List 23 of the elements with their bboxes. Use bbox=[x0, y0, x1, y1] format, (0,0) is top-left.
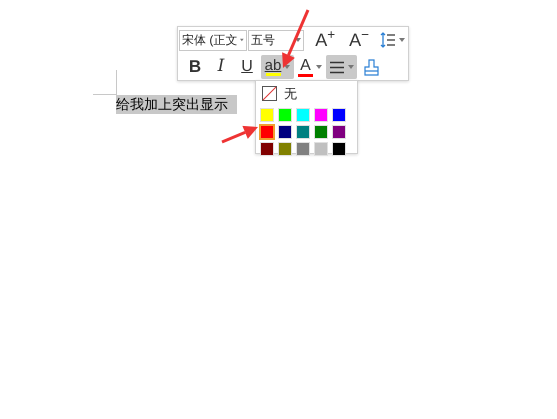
font-combobox[interactable]: 宋体 (正文 bbox=[179, 30, 247, 50]
color-swatch[interactable] bbox=[260, 125, 274, 139]
font-color-button[interactable]: A bbox=[296, 55, 324, 79]
underline-button[interactable]: U bbox=[235, 55, 259, 79]
no-color-icon bbox=[262, 86, 277, 101]
format-painter-icon bbox=[362, 58, 380, 76]
font-size-button[interactable]: A$^{−}$ bbox=[346, 29, 372, 51]
pointer-arrow bbox=[282, 9, 310, 68]
caret-icon bbox=[295, 38, 302, 42]
font-size-button[interactable]: A$^{+}$ bbox=[312, 29, 338, 51]
bold-button[interactable]: B bbox=[183, 55, 207, 79]
align-justify-icon bbox=[329, 60, 345, 74]
caret-icon bbox=[348, 65, 354, 69]
document-text: 给我加上突出显示 bbox=[116, 95, 237, 114]
pointer-arrow bbox=[221, 126, 258, 144]
caret-icon bbox=[316, 65, 322, 69]
font-combobox[interactable]: 五号 bbox=[248, 30, 304, 50]
italic-button[interactable]: I bbox=[209, 55, 233, 79]
align-button[interactable] bbox=[326, 55, 357, 79]
caret-icon bbox=[399, 38, 405, 42]
no-color-item[interactable]: 无 bbox=[260, 85, 297, 102]
line-spacing-icon bbox=[380, 32, 396, 48]
caret-icon bbox=[240, 38, 244, 42]
